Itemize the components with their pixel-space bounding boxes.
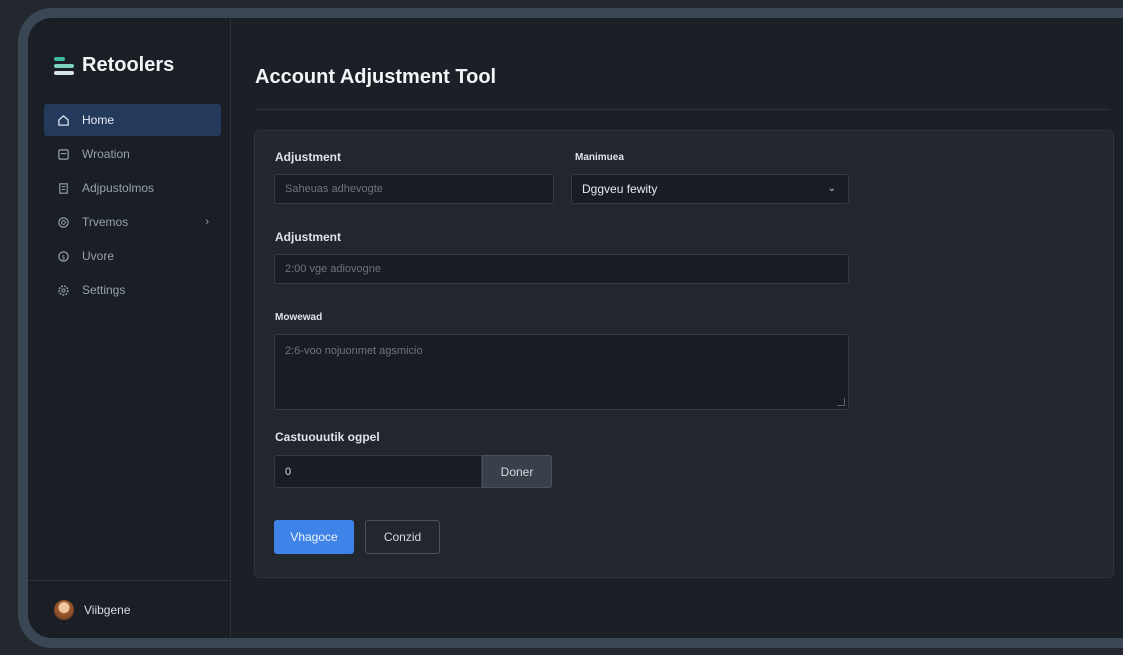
- adjustments-icon: [56, 181, 70, 195]
- sidebar-nav: Home Wroation Adjpustolmos Trvemos › $ U…: [44, 104, 221, 308]
- chevron-down-icon: ⌄: [827, 183, 836, 194]
- adjustment-form: Adjustment Saheuas adhevogte Manimuea Dg…: [254, 130, 1114, 578]
- brand[interactable]: Retoolers: [54, 54, 174, 77]
- manimuea-select[interactable]: Dggveu fewity ⌄: [571, 174, 849, 204]
- sidebar-item-label: Uvore: [82, 249, 115, 263]
- adjustment-label: Adjustment: [275, 150, 341, 164]
- svg-text:$: $: [61, 253, 65, 261]
- settings-circle-icon: [56, 215, 70, 229]
- sidebar-item-adjustments[interactable]: Adjpustolmos: [44, 172, 221, 204]
- chevron-right-icon: ›: [205, 216, 209, 228]
- sidebar-item-home[interactable]: Home: [44, 104, 221, 136]
- dollar-icon: $: [56, 249, 70, 263]
- user-name: Viibgene: [84, 602, 131, 617]
- sidebar-item-wroation[interactable]: Wroation: [44, 138, 221, 170]
- sidebar-item-label: Adjpustolmos: [82, 181, 155, 195]
- page-title: Account Adjustment Tool: [255, 66, 497, 88]
- manimuea-value: Dggveu fewity: [582, 182, 658, 196]
- main-content: Account Adjustment Tool Adjustment Saheu…: [230, 18, 1123, 638]
- document-icon: [56, 147, 70, 161]
- mowewad-textarea[interactable]: 2:6-voo nojuonmet agsmicio: [274, 334, 849, 410]
- avatar: [54, 599, 74, 620]
- submit-button[interactable]: Vhagoce: [274, 520, 354, 554]
- resize-handle-icon[interactable]: [837, 398, 845, 406]
- adjustment2-label: Adjustment: [275, 230, 341, 244]
- sidebar: Retoolers Home Wroation Adjpustolmos Trv…: [28, 18, 231, 638]
- amount-label: Castuouutik ogpel: [275, 430, 380, 444]
- title-divider: [255, 109, 1110, 110]
- mowewad-label: Mowewad: [275, 312, 323, 323]
- sidebar-item-label: Trvemos: [82, 215, 129, 229]
- amount-addon-button[interactable]: Doner: [482, 455, 552, 488]
- sidebar-item-label: Wroation: [82, 147, 130, 161]
- cancel-button[interactable]: Conzid: [365, 520, 440, 554]
- amount-value: 0: [285, 465, 292, 478]
- user-profile[interactable]: Viibgene: [28, 580, 230, 638]
- app-name: Retoolers: [82, 54, 175, 76]
- adjustment2-input[interactable]: 2:00 vge adiovogne: [274, 254, 849, 284]
- adjustment-input[interactable]: Saheuas adhevogte: [274, 174, 554, 204]
- adjustment2-placeholder: 2:00 vge adiovogne: [285, 263, 382, 275]
- mowewad-placeholder: 2:6-voo nojuonmet agsmicio: [285, 345, 423, 357]
- sidebar-item-settings[interactable]: Settings: [44, 274, 221, 306]
- logo-icon: [54, 56, 74, 75]
- sidebar-item-uvore[interactable]: $ Uvore: [44, 240, 221, 272]
- manimuea-label: Manimuea: [575, 152, 624, 163]
- gear-icon: [56, 283, 70, 297]
- adjustment-placeholder: Saheuas adhevogte: [285, 183, 383, 195]
- amount-input[interactable]: 0: [274, 455, 482, 488]
- app-window: Retoolers Home Wroation Adjpustolmos Trv…: [18, 8, 1123, 648]
- sidebar-item-trvemos[interactable]: Trvemos ›: [44, 206, 221, 238]
- sidebar-item-label: Home: [82, 113, 115, 127]
- sidebar-item-label: Settings: [82, 283, 126, 297]
- home-icon: [56, 113, 70, 127]
